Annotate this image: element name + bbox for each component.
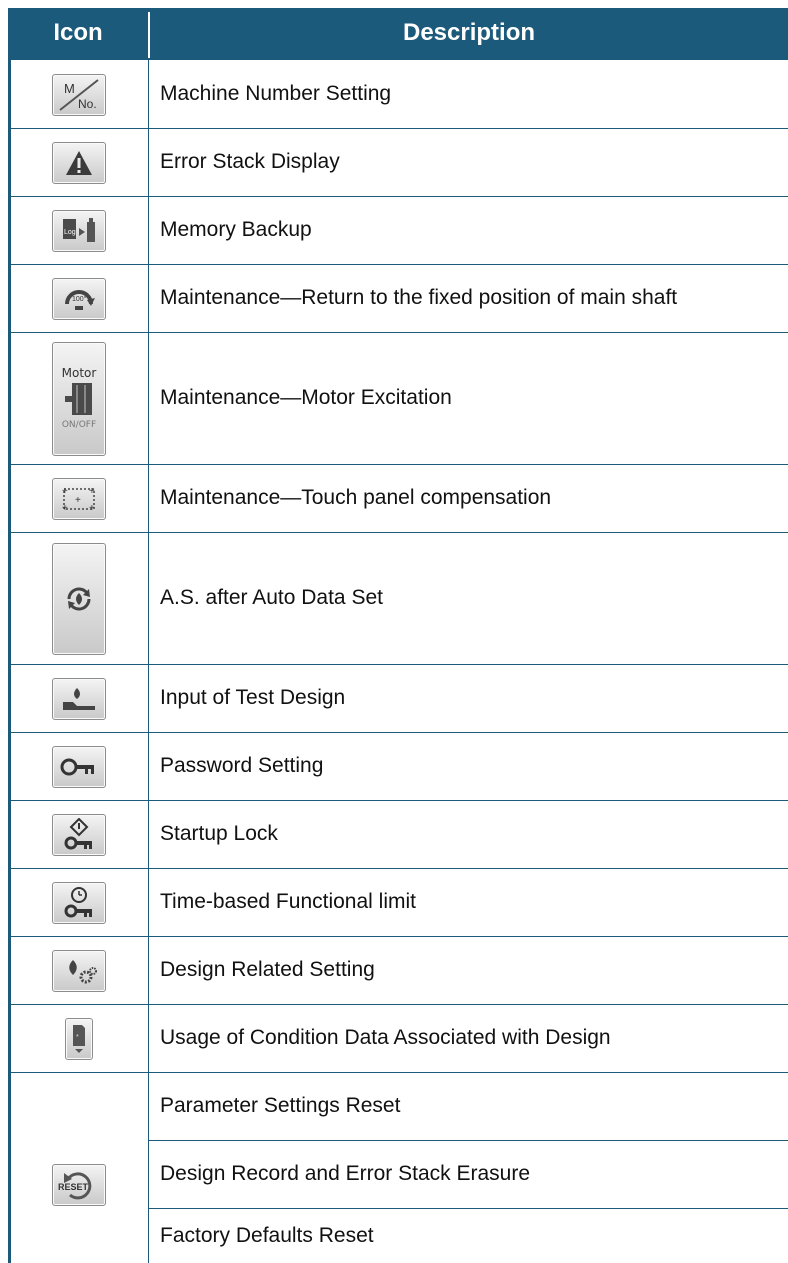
- row-description: Memory Backup: [160, 218, 312, 241]
- row-description: Maintenance—Touch panel compensation: [160, 486, 552, 509]
- main-shaft-position-button[interactable]: 100°: [52, 278, 106, 320]
- svg-text:+: +: [62, 486, 68, 497]
- row-description: A.S. after Auto Data Set: [160, 586, 383, 609]
- auto-data-set-button[interactable]: [52, 543, 106, 655]
- startup-lock-icon: [59, 818, 99, 852]
- test-design-icon: [59, 684, 99, 714]
- machine-number-button[interactable]: M No.: [52, 74, 106, 116]
- motor-excitation-icon: Motor ON/OFF: [62, 367, 97, 431]
- main-shaft-position-icon: 100°: [59, 284, 99, 314]
- table-row: 100° Maintenance—Return to the fixed posi…: [8, 264, 788, 332]
- svg-text:No.: No.: [78, 97, 97, 111]
- row-description: Maintenance—Motor Excitation: [160, 386, 452, 409]
- memory-backup-button[interactable]: Log: [52, 210, 106, 252]
- table-row: + + + + + Maintenance—Touch panel compensatio…: [8, 464, 788, 532]
- table-row: Log Memory Backup: [8, 196, 788, 264]
- icon-column-header: Icon: [53, 19, 103, 46]
- condition-data-icon: *: [69, 1022, 89, 1056]
- table-row: * Usage of Condition Data Associated with…: [8, 1004, 788, 1072]
- warning-button[interactable]: [52, 142, 106, 184]
- key-button[interactable]: [52, 746, 106, 788]
- description-column-header: Description: [402, 19, 536, 46]
- time-limit-icon: [59, 886, 99, 920]
- reset-button[interactable]: RESET: [52, 1163, 106, 1206]
- key-icon: [59, 755, 99, 779]
- reset-item-description: Factory Defaults Reset: [160, 1223, 374, 1247]
- table-row: M No. Machine Number Setting: [8, 60, 788, 128]
- svg-text:+: +: [62, 503, 68, 514]
- svg-text:+: +: [89, 486, 95, 497]
- table-row: Input of Test Design: [8, 664, 788, 732]
- svg-text:RESET: RESET: [58, 1182, 89, 1192]
- table-row: Password Setting: [8, 732, 788, 800]
- motor-icon-label: Motor: [61, 366, 97, 380]
- row-description: Usage of Condition Data Associated with …: [160, 1026, 611, 1049]
- touch-panel-compensation-button[interactable]: + + + + +: [52, 478, 106, 520]
- design-settings-button[interactable]: [52, 950, 106, 992]
- machine-number-icon: M No.: [54, 76, 104, 114]
- table-row: Startup Lock: [8, 800, 788, 868]
- table-row: A.S. after Auto Data Set: [8, 532, 788, 664]
- row-description: Machine Number Setting: [160, 82, 392, 105]
- row-description: Input of Test Design: [160, 686, 346, 709]
- svg-text:+: +: [89, 503, 95, 514]
- motor-excitation-button[interactable]: Motor ON/OFF: [52, 342, 106, 456]
- row-description: Time-based Functional limit: [160, 890, 416, 913]
- reset-subrow-divider: [149, 1140, 788, 1141]
- svg-text:+: +: [75, 495, 81, 506]
- time-limit-button[interactable]: [52, 882, 106, 924]
- row-description: Startup Lock: [160, 822, 278, 845]
- reset-icon: RESET: [56, 1169, 102, 1201]
- icon-description-table: Icon Description M No. Machine Number Sett…: [8, 8, 788, 1263]
- reset-group-row: RESET Parameter Settings Reset Design Reco…: [8, 1072, 788, 1263]
- table-row: Error Stack Display: [8, 128, 788, 196]
- table-row: Time-based Functional limit: [8, 868, 788, 936]
- test-design-button[interactable]: [52, 678, 106, 720]
- reset-subrow-divider: [149, 1208, 788, 1209]
- auto-data-set-icon: [63, 583, 95, 615]
- startup-lock-button[interactable]: [52, 814, 106, 856]
- row-description: Error Stack Display: [160, 150, 340, 173]
- touch-panel-compensation-icon: + + + + +: [59, 484, 99, 514]
- svg-text:100°: 100°: [72, 295, 87, 303]
- svg-text:Log: Log: [64, 229, 76, 236]
- row-description: Design Related Setting: [160, 958, 375, 981]
- design-settings-icon: [59, 956, 99, 986]
- row-description: Maintenance—Return to the fixed position…: [160, 286, 678, 309]
- row-description: Password Setting: [160, 754, 324, 777]
- reset-item-description: Design Record and Error Stack Erasure: [160, 1162, 530, 1185]
- warning-icon: [64, 149, 94, 177]
- table-header: Icon Description: [8, 8, 788, 60]
- reset-item-description: Parameter Settings Reset: [160, 1094, 401, 1117]
- memory-backup-icon: Log: [59, 216, 99, 246]
- table-row: Design Related Setting: [8, 936, 788, 1004]
- svg-text:M: M: [64, 81, 75, 96]
- condition-data-button[interactable]: *: [65, 1018, 93, 1060]
- motor-icon-sublabel: ON/OFF: [61, 420, 97, 430]
- table-row: Motor ON/OFF Maintenance—Motor Excitation: [8, 332, 788, 464]
- svg-text:*: *: [76, 1034, 79, 1041]
